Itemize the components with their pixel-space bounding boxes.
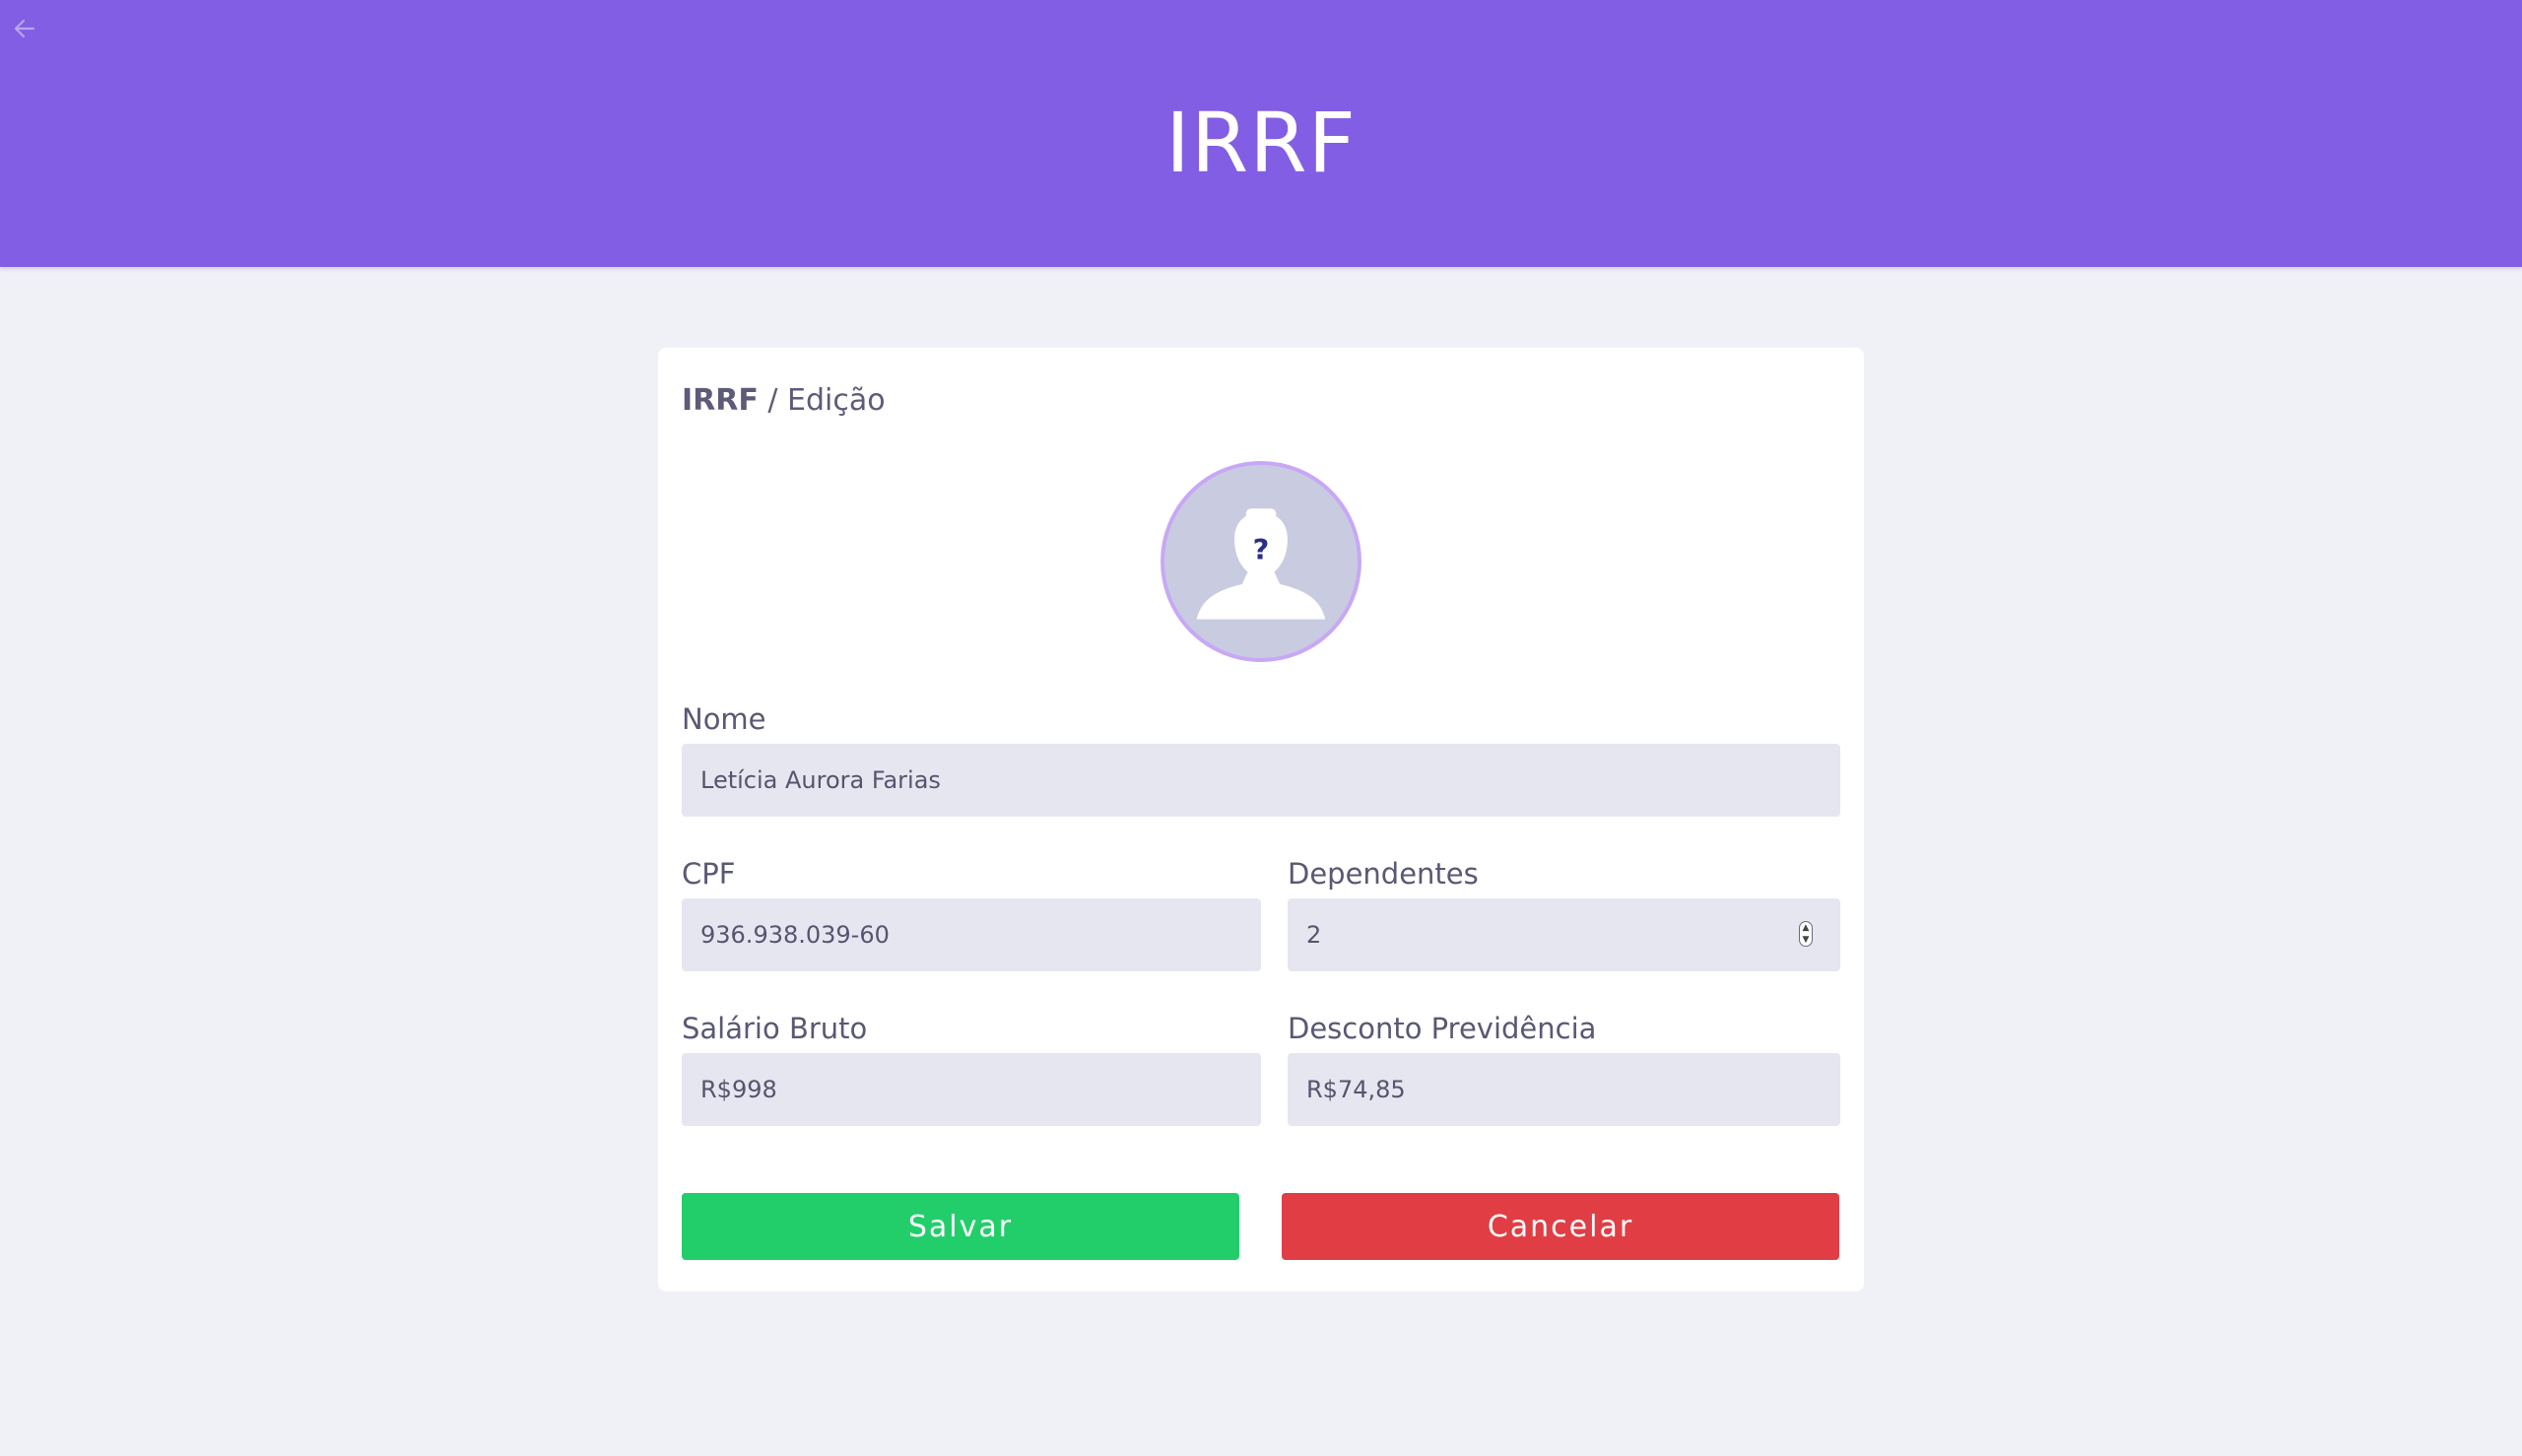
dependentes-label: Dependentes bbox=[1288, 857, 1479, 891]
cancel-button[interactable]: Cancelar bbox=[1282, 1193, 1839, 1260]
save-button[interactable]: Salvar bbox=[682, 1193, 1239, 1260]
nome-label: Nome bbox=[682, 702, 766, 736]
breadcrumb-separator: / bbox=[758, 383, 788, 418]
stepper-up-icon[interactable]: ▲ bbox=[1800, 922, 1812, 934]
breadcrumb: IRRF / Edição bbox=[682, 383, 886, 418]
cpf-label: CPF bbox=[682, 857, 736, 891]
nome-input[interactable] bbox=[682, 744, 1840, 817]
app-header: IRRF bbox=[0, 0, 2522, 267]
avatar[interactable]: ? bbox=[1161, 461, 1361, 662]
desconto-previdencia-input[interactable] bbox=[1288, 1053, 1840, 1126]
avatar-question-mark: ? bbox=[1253, 533, 1270, 566]
dependentes-stepper[interactable]: ▲ ▼ bbox=[1799, 921, 1813, 947]
cpf-input[interactable] bbox=[682, 898, 1261, 971]
desconto-previdencia-label: Desconto Previdência bbox=[1288, 1012, 1597, 1045]
salario-bruto-input[interactable] bbox=[682, 1053, 1261, 1126]
unknown-user-avatar-icon: ? bbox=[1196, 508, 1326, 620]
breadcrumb-section[interactable]: IRRF bbox=[682, 383, 759, 418]
edit-form-card: IRRF / Edição ? Nome CPF Dependentes ▲ ▼… bbox=[658, 348, 1864, 1291]
page-title: IRRF bbox=[1165, 95, 1357, 191]
dependentes-input[interactable] bbox=[1288, 898, 1840, 971]
salario-bruto-label: Salário Bruto bbox=[682, 1012, 868, 1045]
stepper-down-icon[interactable]: ▼ bbox=[1800, 934, 1812, 946]
breadcrumb-current: Edição bbox=[787, 383, 886, 418]
